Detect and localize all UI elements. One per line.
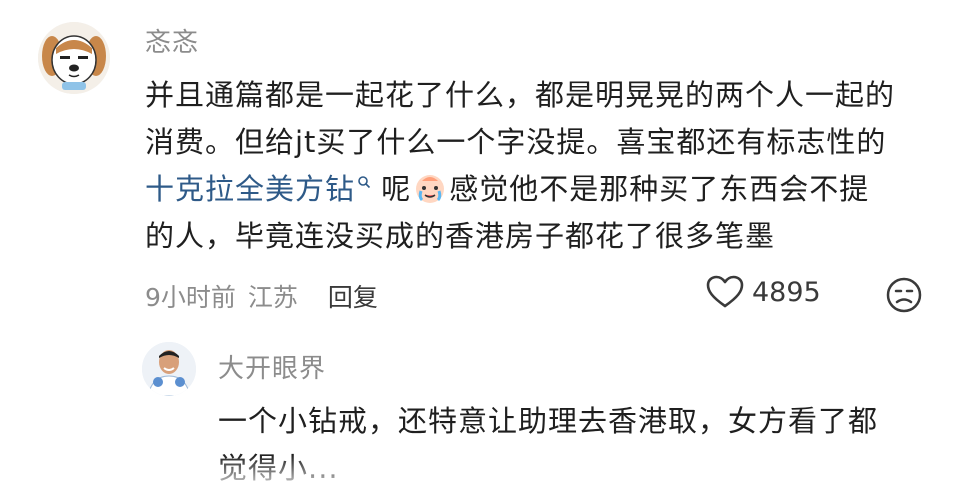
comment-line-4: 的人，毕竟连没买成的香港房子都花了很多笔墨 [145, 219, 776, 253]
search-link[interactable]: 十克拉全美方钻 [145, 172, 371, 206]
reply-button[interactable]: 回复 [328, 278, 378, 314]
comment-line-1: 并且通篇都是一起花了什么，都是明晃晃的两个人一起的 [145, 78, 896, 112]
reply-username[interactable]: 大开眼界 [218, 348, 326, 385]
comment-line-3-rest: 感觉他不是那种买了东西会不提 [449, 172, 870, 206]
comment-line-3-text: 呢 [371, 172, 412, 206]
crying-face-emoji [416, 175, 445, 203]
comment-username[interactable]: 忞忞 [145, 22, 199, 59]
comment-line-2: 消费。但给jt买了什么一个字没提。喜宝都还有标志性的 [145, 125, 887, 159]
comment-location: 江苏 [247, 283, 298, 312]
heart-outline-icon [706, 275, 744, 308]
comment-meta: 9小时前 江苏 回复 [145, 278, 390, 314]
reply-user-avatar[interactable] [142, 342, 196, 396]
person-avatar-icon [142, 342, 196, 396]
comment-line-3: 十克拉全美方钻 呢 感觉他不是那种买了东西会不提 [145, 166, 935, 213]
dislike-button[interactable] [884, 275, 924, 319]
dog-avatar-icon [38, 22, 110, 94]
reply-line-1: 一个小钻戒，还特意让助理去香港取，女方看了都 [218, 404, 879, 438]
comment-time: 9小时前 [145, 283, 236, 312]
user-avatar[interactable] [38, 22, 110, 94]
fade-overlay [0, 455, 960, 491]
like-count: 4895 [752, 276, 821, 308]
like-button[interactable]: 4895 [706, 275, 821, 309]
search-icon [358, 176, 371, 189]
comment-body: 并且通篇都是一起花了什么，都是明晃晃的两个人一起的 消费。但给jt买了什么一个字… [145, 72, 935, 260]
frown-face-icon [886, 277, 922, 313]
